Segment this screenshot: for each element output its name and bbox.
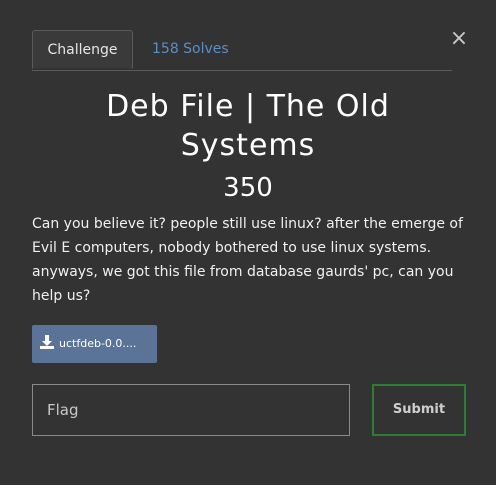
- challenge-tabs: Challenge 158 Solves: [32, 30, 452, 71]
- tab-solves[interactable]: 158 Solves: [152, 30, 229, 69]
- submit-label: Submit: [392, 402, 446, 417]
- file-download-label: uctfdeb-0.0....: [59, 337, 137, 350]
- tab-challenge-label: Challenge: [47, 42, 118, 58]
- download-icon: [40, 335, 54, 349]
- tab-solves-label: 158 Solves: [152, 41, 229, 57]
- tab-challenge[interactable]: Challenge: [32, 30, 133, 69]
- submit-button[interactable]: Submit: [372, 384, 466, 436]
- challenge-title: Deb File | The Old Systems: [106, 89, 390, 163]
- flag-input[interactable]: [32, 384, 350, 436]
- challenge-modal: × Challenge 158 Solves Deb File | The Ol…: [0, 0, 496, 485]
- challenge-description: Can you believe it? people still use lin…: [32, 216, 463, 304]
- close-icon: ×: [449, 26, 469, 51]
- challenge-points: 350: [223, 173, 273, 203]
- file-download-button[interactable]: uctfdeb-0.0....: [32, 325, 157, 363]
